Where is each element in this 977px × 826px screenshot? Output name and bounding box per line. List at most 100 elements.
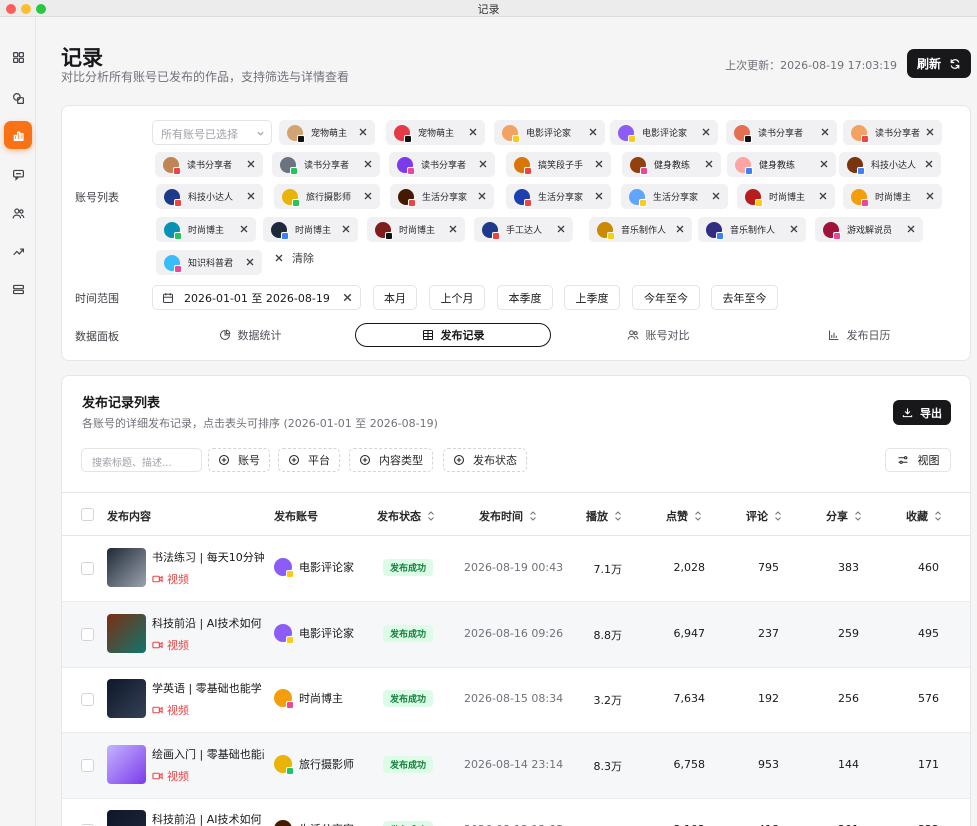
col-likes[interactable]: 点赞 (666, 508, 702, 524)
tab-compare[interactable]: 账号对比 (590, 323, 726, 347)
message-icon (12, 169, 24, 181)
remove-chip-icon[interactable] (819, 126, 831, 138)
remove-chip-icon[interactable] (674, 223, 686, 235)
col-plays[interactable]: 播放 (586, 508, 622, 524)
table-row[interactable]: 绘画入门 | 零基础也能画 视频 旅行摄影师 发布成功 2026-08-14 23:14… (62, 732, 970, 799)
remove-chip-icon[interactable] (476, 190, 488, 202)
content-title[interactable]: 科技前沿 | AI技术如何 (152, 615, 264, 631)
table-row[interactable]: 书法练习 | 每天10分钟 视频 电影评论家 发布成功 2026-08-19 00:43… (62, 536, 970, 602)
tab-records[interactable]: 发布记录 (355, 323, 551, 347)
download-icon (902, 408, 913, 418)
remove-chip-icon[interactable] (467, 126, 479, 138)
col-shares[interactable]: 分享 (826, 508, 862, 524)
account-chip: 生活分享家 (390, 184, 494, 209)
remove-chip-icon[interactable] (593, 190, 605, 202)
remove-chip-icon[interactable] (362, 158, 374, 170)
remove-chip-icon[interactable] (245, 158, 257, 170)
filter-platform-button[interactable]: 平台 (278, 448, 340, 472)
sidebar-item-storage[interactable] (4, 275, 32, 303)
col-time[interactable]: 发布时间 (479, 508, 537, 524)
remove-chip-icon[interactable] (244, 256, 256, 268)
remove-chip-icon[interactable] (923, 158, 935, 170)
row-checkbox[interactable] (81, 758, 94, 772)
metric-shares: 259 (838, 626, 859, 640)
remove-chip-icon[interactable] (238, 223, 250, 235)
tab-calendar[interactable]: 发布日历 (791, 323, 927, 347)
table-row[interactable]: 学英语 | 零基础也能学 视频 时尚博主 发布成功 2026-08-15 08:34 3.… (62, 667, 970, 733)
filter-account-button[interactable]: 账号 (208, 448, 270, 472)
remove-chip-icon[interactable] (710, 190, 722, 202)
table-row[interactable]: 科技前沿 | AI技术如何 视频 电影评论家 发布成功 2026-08-16 09:26… (62, 601, 970, 668)
remove-chip-icon[interactable] (357, 126, 369, 138)
publish-time: 2026-08-15 08:34 (464, 692, 564, 705)
range-last-month-button[interactable]: 上个月 (429, 285, 485, 310)
sidebar-item-accounts[interactable] (4, 199, 32, 227)
remove-chip-icon[interactable] (788, 223, 800, 235)
metric-comments: 795 (758, 561, 779, 574)
avatar (734, 124, 752, 143)
range-ytd-button[interactable]: 今年至今 (632, 285, 700, 310)
remove-chip-icon[interactable] (818, 158, 830, 170)
remove-chip-icon[interactable] (340, 223, 352, 235)
col-comments[interactable]: 评论 (746, 508, 782, 524)
range-last-year-button[interactable]: 去年至今 (711, 285, 778, 310)
range-this-month-button[interactable]: 本月 (373, 285, 417, 310)
row-checkbox[interactable] (81, 693, 94, 706)
clear-accounts-button[interactable]: 清除 (274, 250, 314, 266)
account-chip-label: 时尚博主 (295, 226, 332, 236)
account-chip-label: 音乐制作人 (621, 226, 667, 236)
range-last-quarter-button[interactable]: 上季度 (564, 285, 620, 310)
view-button[interactable]: 视图 (885, 448, 951, 472)
col-saves[interactable]: 收藏 (906, 508, 942, 524)
select-all-checkbox[interactable] (81, 508, 94, 521)
content-title[interactable]: 学英语 | 零基础也能学 (152, 680, 264, 696)
range-this-quarter-button[interactable]: 本季度 (497, 285, 553, 310)
sidebar-item-records[interactable] (4, 121, 32, 149)
account-chip: 时尚博主 (367, 217, 465, 242)
content-title[interactable]: 绘画入门 | 零基础也能画 (152, 746, 264, 762)
refresh-button[interactable]: 刷新 (907, 49, 971, 78)
content-title[interactable]: 科技前沿 | AI技术如何 (152, 811, 264, 826)
account-chip: 时尚博主 (263, 217, 358, 242)
platform-badge-icon (755, 198, 763, 207)
remove-chip-icon[interactable] (700, 126, 712, 138)
sidebar-item-trends[interactable] (4, 237, 32, 265)
metric-likes: 2,028 (673, 561, 706, 574)
platform-badge-icon (290, 166, 298, 175)
content-title[interactable]: 书法练习 | 每天10分钟 (152, 549, 264, 565)
avatar (398, 188, 416, 207)
sort-icon (530, 511, 536, 521)
sidebar-item-shapes[interactable] (4, 84, 32, 112)
search-input[interactable]: 搜索标题、描述... (81, 448, 202, 472)
filter-status-button[interactable]: 发布状态 (443, 448, 527, 472)
close-icon[interactable] (342, 292, 353, 303)
export-button[interactable]: 导出 (893, 400, 951, 425)
remove-chip-icon[interactable] (477, 158, 489, 170)
sidebar-item-messages[interactable] (4, 160, 32, 188)
sidebar-item-overview[interactable] (4, 43, 32, 71)
row-checkbox[interactable] (81, 627, 94, 641)
remove-chip-icon[interactable] (587, 126, 599, 138)
account-select[interactable]: 所有账号已选择 (152, 120, 272, 145)
table-icon (422, 329, 433, 341)
avatar (618, 124, 636, 143)
metric-plays: 8.8万 (593, 628, 623, 642)
remove-chip-icon[interactable] (817, 190, 829, 202)
col-status[interactable]: 发布状态 (377, 508, 435, 524)
date-range-picker[interactable]: 2026-01-01 至 2026-08-19 (152, 285, 361, 310)
video-icon (152, 772, 163, 779)
remove-chip-icon[interactable] (555, 223, 567, 235)
remove-chip-icon[interactable] (703, 158, 715, 170)
platform-badge-icon (286, 635, 294, 644)
remove-chip-icon[interactable] (245, 190, 257, 202)
filter-content-type-button[interactable]: 内容类型 (349, 448, 433, 472)
remove-chip-icon[interactable] (924, 190, 936, 202)
table-row[interactable]: 科技前沿 | AI技术如何视频生活分享家发布成功2026-08-13 12:05… (62, 798, 970, 826)
remove-chip-icon[interactable] (924, 126, 936, 138)
remove-chip-icon[interactable] (905, 223, 917, 235)
remove-chip-icon[interactable] (447, 223, 459, 235)
tab-statistics[interactable]: 数据统计 (182, 323, 318, 347)
row-checkbox[interactable] (81, 562, 94, 575)
remove-chip-icon[interactable] (593, 158, 605, 170)
remove-chip-icon[interactable] (362, 190, 374, 202)
